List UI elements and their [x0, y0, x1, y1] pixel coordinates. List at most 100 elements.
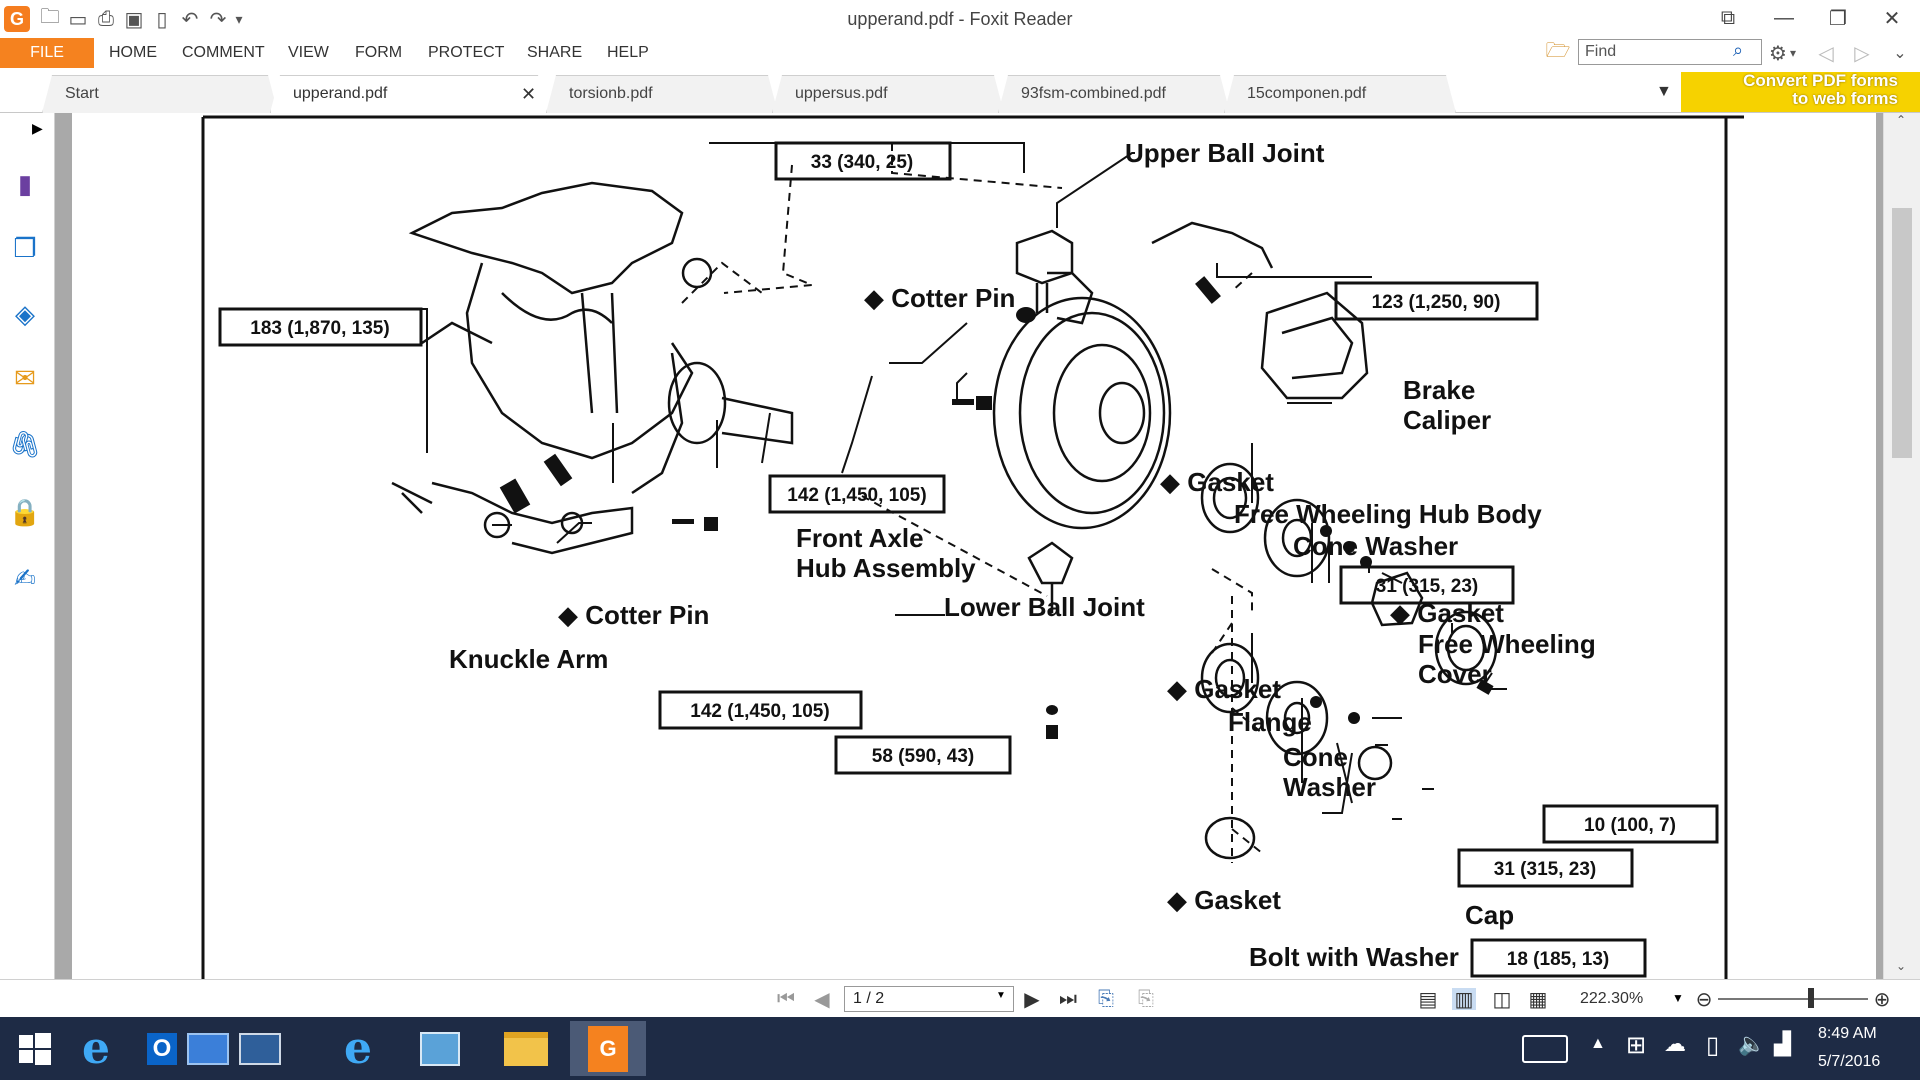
- last-page-icon[interactable]: ⏭: [1056, 988, 1080, 1010]
- maximize-button[interactable]: ❐: [1816, 4, 1860, 32]
- zoom-dropdown-icon[interactable]: ▼: [1672, 991, 1684, 1005]
- bookmarks-icon[interactable]: ❐: [8, 231, 42, 265]
- comments-icon[interactable]: ✉: [8, 361, 42, 395]
- clock-date[interactable]: 5/7/2016: [1818, 1053, 1880, 1071]
- signature-icon[interactable]: ✍: [8, 561, 42, 595]
- zoom-level[interactable]: 222.30%: [1580, 990, 1643, 1008]
- touch-keyboard-icon[interactable]: [1522, 1035, 1568, 1063]
- windows-taskbar: e O e G ▲ ⊞ ☁ ▯ 🔈 ▟ 8:49 AM 5/7/2016: [0, 1017, 1920, 1080]
- tab-15componen[interactable]: 15componen.pdf: [1224, 75, 1456, 113]
- label-bolt-with-washer: Bolt with Washer: [1249, 942, 1459, 972]
- label-lower-ball-joint: Lower Ball Joint: [944, 592, 1145, 622]
- control-panel-icon[interactable]: [402, 1021, 478, 1076]
- tab-list-dropdown-icon[interactable]: ▼: [1656, 83, 1672, 101]
- scroll-up-arrow-icon[interactable]: ⌃: [1896, 113, 1906, 127]
- search-icon[interactable]: ⌕: [1733, 40, 1759, 64]
- torque-31-top: 31 (315, 23): [1376, 576, 1478, 597]
- internet-explorer-icon[interactable]: e: [58, 1021, 134, 1076]
- battery-icon[interactable]: ▯: [1706, 1031, 1719, 1060]
- internet-explorer-2-icon[interactable]: e: [320, 1021, 396, 1076]
- single-page-icon[interactable]: ▤: [1416, 988, 1440, 1011]
- tab-close-icon[interactable]: ✕: [521, 84, 536, 105]
- suspension-diagram: 33 (340, 25) 123 (1,250, 90) 183 (1,870,…: [201, 115, 1744, 979]
- customize-dropdown-icon[interactable]: ▾: [232, 6, 246, 32]
- torque-10: 10 (100, 7): [1584, 815, 1676, 836]
- next-result-icon[interactable]: ▷: [1848, 40, 1876, 66]
- sync-status-icon[interactable]: ☁: [1664, 1031, 1686, 1057]
- close-button[interactable]: ✕: [1870, 4, 1914, 32]
- page-thumbnails-icon[interactable]: ▮: [8, 167, 42, 201]
- previous-view-icon[interactable]: ⎘: [1094, 988, 1118, 1010]
- save-icon[interactable]: ▭: [64, 6, 92, 32]
- expand-panel-icon[interactable]: ▶: [32, 120, 43, 137]
- continuous-page-icon[interactable]: ▥: [1452, 988, 1476, 1011]
- file-explorer-icon[interactable]: [488, 1021, 564, 1076]
- clock-time[interactable]: 8:49 AM: [1818, 1025, 1877, 1043]
- network-signal-icon[interactable]: ▟: [1774, 1031, 1791, 1057]
- settings-dropdown-icon[interactable]: ▾: [1786, 40, 1800, 66]
- document-viewport[interactable]: 33 (340, 25) 123 (1,250, 90) 183 (1,870,…: [55, 113, 1883, 979]
- zoom-slider-thumb[interactable]: [1808, 988, 1814, 1008]
- tab-torsionb[interactable]: torsionb.pdf: [546, 75, 778, 113]
- torque-123: 123 (1,250, 90): [1372, 292, 1501, 313]
- print-icon[interactable]: ⎙: [92, 6, 120, 32]
- menu-home[interactable]: HOME: [109, 44, 157, 62]
- menu-file[interactable]: FILE: [0, 38, 94, 68]
- zoom-slider[interactable]: [1718, 998, 1868, 1000]
- scrollbar-thumb[interactable]: [1892, 208, 1912, 458]
- page-dropdown-icon[interactable]: ▼: [996, 990, 1006, 1001]
- zoom-in-icon[interactable]: ⊕: [1870, 988, 1894, 1011]
- first-page-icon[interactable]: ⏮: [774, 988, 798, 1010]
- show-hidden-icons-icon[interactable]: ▲: [1590, 1035, 1606, 1053]
- label-caliper: Caliper: [1403, 405, 1491, 435]
- label-cap: Cap: [1465, 900, 1514, 930]
- foxit-logo-icon[interactable]: G: [4, 6, 30, 32]
- foxit-reader-taskbar-icon[interactable]: G: [570, 1021, 646, 1076]
- redo-icon[interactable]: ↷: [204, 6, 232, 32]
- label-gasket-3: ◆ Gasket: [1167, 674, 1281, 704]
- menu-protect[interactable]: PROTECT: [428, 44, 504, 62]
- menu-view[interactable]: VIEW: [288, 44, 329, 62]
- collapse-ribbon-icon[interactable]: ⌄: [1886, 40, 1914, 66]
- vertical-scrollbar[interactable]: ⌃ ⌄: [1883, 113, 1920, 979]
- convert-pdf-forms-banner[interactable]: Convert PDF forms to web forms: [1681, 72, 1920, 112]
- torque-31-bottom: 31 (315, 23): [1494, 859, 1596, 880]
- menu-form[interactable]: FORM: [355, 44, 402, 62]
- open-folder-icon[interactable]: 🗀: [36, 6, 64, 32]
- search-folder-icon[interactable]: 🗁: [1544, 40, 1572, 66]
- label-cover: Cover: [1418, 659, 1492, 689]
- upper-arm-knuckle-drawing: [408, 181, 794, 495]
- zoom-out-icon[interactable]: ⊖: [1692, 988, 1716, 1011]
- screenshot-icon[interactable]: ▣: [120, 6, 148, 32]
- tab-start[interactable]: Start: [42, 75, 278, 113]
- tab-uppersus[interactable]: uppersus.pdf: [772, 75, 1004, 113]
- next-view-icon[interactable]: ⎘: [1134, 988, 1158, 1010]
- action-center-icon[interactable]: ⊞: [1626, 1031, 1646, 1060]
- title-bar: G 🗀 ▭ ⎙ ▣ ▯ ↶ ↷ ▾ upperand.pdf - Foxit R…: [0, 0, 1920, 37]
- undo-icon[interactable]: ↶: [176, 6, 204, 32]
- torque-58: 58 (590, 43): [872, 746, 974, 767]
- remote-desktop-icon[interactable]: [222, 1021, 298, 1076]
- menu-comment[interactable]: COMMENT: [182, 44, 265, 62]
- new-document-icon[interactable]: ▯: [148, 6, 176, 32]
- label-knuckle-arm: Knuckle Arm: [449, 644, 608, 674]
- volume-icon[interactable]: 🔈: [1738, 1031, 1765, 1057]
- facing-pages-icon[interactable]: ◫: [1490, 988, 1514, 1011]
- restore-layout-icon[interactable]: ⧉: [1706, 4, 1750, 32]
- page-number-input[interactable]: 1 / 2: [844, 986, 1014, 1012]
- security-lock-icon[interactable]: 🔒: [8, 495, 42, 529]
- scroll-down-arrow-icon[interactable]: ⌄: [1896, 959, 1906, 973]
- previous-result-icon[interactable]: ◁: [1812, 40, 1840, 66]
- tab-93fsm-combined[interactable]: 93fsm-combined.pdf: [998, 75, 1230, 113]
- attachments-icon[interactable]: 🖇: [8, 427, 42, 461]
- layers-icon[interactable]: ◈: [8, 297, 42, 331]
- menu-help[interactable]: HELP: [607, 44, 649, 62]
- menu-share[interactable]: SHARE: [527, 44, 582, 62]
- continuous-facing-icon[interactable]: ▦: [1526, 988, 1550, 1011]
- previous-page-icon[interactable]: ◀: [810, 988, 834, 1011]
- tab-upperand[interactable]: upperand.pdf: [270, 75, 548, 113]
- minimize-button[interactable]: —: [1762, 4, 1806, 32]
- torque-18: 18 (185, 13): [1507, 949, 1609, 970]
- status-bar: ⏮ ◀ 1 / 2 ▼ ▶ ⏭ ⎘ ⎘ ▤ ▥ ◫ ▦ 222.30% ▼ ⊖ …: [0, 979, 1920, 1017]
- next-page-icon[interactable]: ▶: [1020, 988, 1044, 1011]
